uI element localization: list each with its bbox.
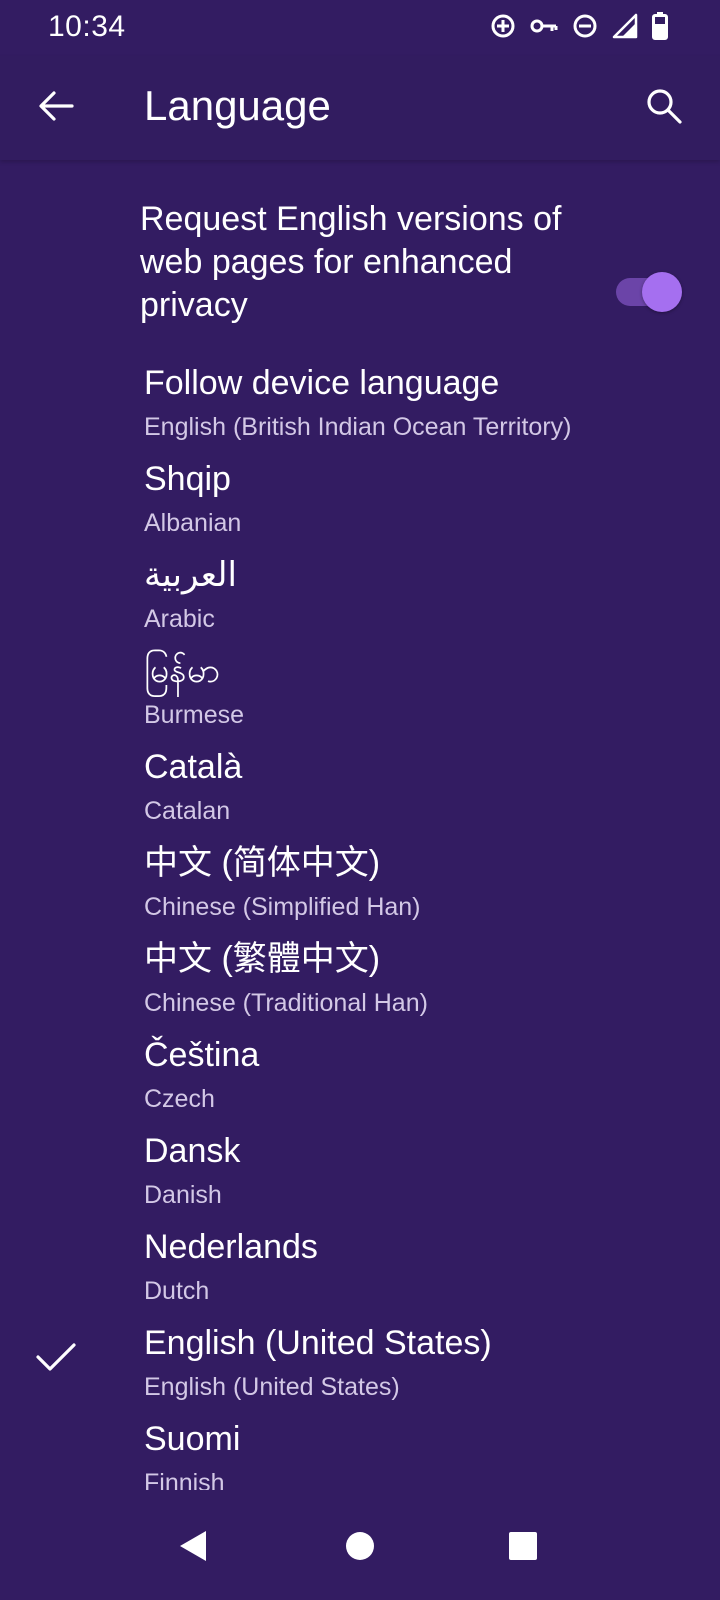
language-native-name: Nederlands bbox=[144, 1228, 318, 1266]
vpn-key-icon bbox=[530, 17, 558, 35]
language-english-name: Chinese (Simplified Han) bbox=[144, 893, 421, 921]
language-native-name: Follow device language bbox=[144, 364, 500, 402]
english-privacy-toggle[interactable] bbox=[616, 272, 682, 312]
language-item[interactable]: Català Catalan bbox=[0, 746, 720, 842]
toggle-thumb bbox=[642, 272, 682, 312]
nav-recents-button[interactable] bbox=[495, 1518, 551, 1574]
checkmark-icon bbox=[36, 1343, 76, 1371]
nav-back-icon bbox=[180, 1531, 206, 1561]
arrow-left-icon bbox=[39, 91, 74, 121]
search-icon bbox=[647, 89, 682, 124]
language-item[interactable]: Follow device language English (British … bbox=[0, 362, 720, 458]
english-privacy-label: Request English versions of web pages fo… bbox=[140, 200, 562, 324]
language-english-name: Czech bbox=[144, 1085, 215, 1113]
language-item[interactable]: 中文 (繁體中文) Chinese (Traditional Han) bbox=[0, 938, 720, 1034]
language-item[interactable]: Suomi Finnish bbox=[0, 1418, 720, 1490]
language-english-name: Dutch bbox=[144, 1277, 210, 1305]
language-native-name: 中文 (繁體中文) bbox=[144, 940, 381, 978]
status-icons bbox=[490, 12, 668, 40]
language-english-name: Danish bbox=[144, 1181, 222, 1209]
language-english-name: Catalan bbox=[144, 797, 231, 825]
language-english-name: Albanian bbox=[144, 509, 242, 537]
language-english-name: Burmese bbox=[144, 701, 245, 729]
screen: 10:34 Language Request English versions … bbox=[0, 0, 720, 1600]
language-native-name: Suomi bbox=[144, 1420, 241, 1458]
language-item[interactable]: မြန်မာ Burmese bbox=[0, 650, 720, 746]
language-english-name: Chinese (Traditional Han) bbox=[144, 989, 428, 1017]
nav-home-button[interactable] bbox=[332, 1518, 388, 1574]
language-item-selected[interactable]: English (United States) English (United … bbox=[0, 1322, 720, 1418]
do-not-disturb-icon bbox=[572, 13, 598, 39]
language-native-name: မြန်မာ bbox=[144, 652, 221, 690]
nav-recents-icon bbox=[509, 1532, 537, 1560]
signal-icon bbox=[612, 13, 638, 39]
nav-home-icon bbox=[346, 1532, 374, 1560]
language-item[interactable]: العربية Arabic bbox=[0, 554, 720, 650]
app-bar: Language bbox=[0, 56, 720, 160]
language-settings-content: Request English versions of web pages fo… bbox=[0, 160, 720, 1490]
back-button[interactable] bbox=[28, 78, 84, 134]
language-native-name: Shqip bbox=[144, 460, 231, 498]
language-list: Follow device language English (British … bbox=[0, 362, 720, 1490]
nav-back-button[interactable] bbox=[164, 1518, 220, 1574]
system-nav-bar bbox=[0, 1490, 720, 1600]
language-item[interactable]: Čeština Czech bbox=[0, 1034, 720, 1130]
battery-icon bbox=[652, 12, 668, 40]
language-native-name: Dansk bbox=[144, 1132, 241, 1170]
language-english-name: English (British Indian Ocean Territory) bbox=[144, 413, 572, 441]
language-item[interactable]: Dansk Danish bbox=[0, 1130, 720, 1226]
language-native-name: 中文 (简体中文) bbox=[144, 844, 381, 882]
language-english-name: Arabic bbox=[144, 605, 215, 633]
data-saver-icon bbox=[490, 13, 516, 39]
language-item[interactable]: Shqip Albanian bbox=[0, 458, 720, 554]
search-button[interactable] bbox=[636, 78, 692, 134]
language-item[interactable]: Nederlands Dutch bbox=[0, 1226, 720, 1322]
english-privacy-setting[interactable]: Request English versions of web pages fo… bbox=[0, 198, 720, 328]
page-title: Language bbox=[144, 82, 331, 129]
language-english-name: English (United States) bbox=[144, 1373, 400, 1401]
language-native-name: العربية bbox=[144, 556, 237, 594]
status-time: 10:34 bbox=[48, 10, 126, 43]
language-native-name: Čeština bbox=[144, 1036, 260, 1074]
language-native-name: English (United States) bbox=[144, 1324, 492, 1362]
language-english-name: Finnish bbox=[144, 1469, 225, 1490]
status-bar: 10:34 bbox=[0, 0, 720, 56]
language-native-name: Català bbox=[144, 748, 243, 786]
language-item[interactable]: 中文 (简体中文) Chinese (Simplified Han) bbox=[0, 842, 720, 938]
